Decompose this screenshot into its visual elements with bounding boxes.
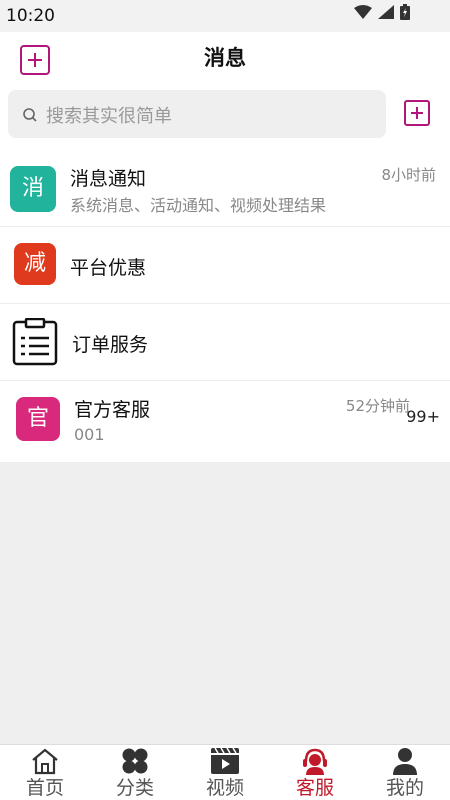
wifi-icon — [354, 5, 372, 19]
unread-count-badge: 99+ — [406, 407, 440, 426]
list-item-promotions[interactable]: 减 平台优惠 — [0, 227, 450, 304]
tab-customer-service[interactable]: 客服 — [270, 745, 360, 800]
tab-video[interactable]: 视频 — [180, 745, 270, 800]
signal-icon — [378, 5, 394, 19]
add-contact-icon[interactable] — [404, 100, 430, 126]
list-item-time: 52分钟前 — [345, 397, 410, 415]
tab-label: 我的 — [385, 777, 424, 799]
tab-label: 分类 — [115, 777, 154, 799]
list-item-subtitle: 系统消息、活动通知、视频处理结果 — [70, 196, 327, 215]
list-item-subtitle: 001 — [74, 425, 105, 444]
battery-icon — [400, 4, 410, 20]
search-icon — [23, 108, 37, 122]
search-input[interactable]: 搜索其实很简单 — [8, 90, 386, 138]
tab-label: 客服 — [295, 777, 334, 799]
clipboard-list-icon — [12, 318, 58, 366]
list-item-title: 订单服务 — [72, 334, 149, 356]
page-title: 消息 — [204, 46, 246, 70]
notification-avatar: 消 — [10, 166, 56, 212]
list-item-orders[interactable]: 订单服务 — [0, 304, 450, 381]
status-time: 10:20 — [6, 6, 55, 26]
category-icon — [122, 748, 148, 774]
list-item-title: 平台优惠 — [70, 257, 147, 279]
video-icon — [211, 747, 239, 774]
support-avatar: 官 — [16, 397, 60, 441]
status-bar: 10:20 — [0, 0, 450, 32]
tab-label: 视频 — [205, 777, 244, 799]
list-item-official-support[interactable]: 官 官方客服 001 52分钟前 99+ — [0, 381, 450, 459]
status-icons — [354, 4, 410, 20]
tab-profile[interactable]: 我的 — [360, 745, 450, 800]
empty-area — [0, 462, 450, 744]
profile-icon — [393, 748, 417, 775]
tab-category[interactable]: 分类 — [90, 745, 180, 800]
list-item-time: 8小时前 — [381, 166, 436, 184]
home-icon — [32, 748, 58, 775]
list-item-title: 官方客服 — [74, 399, 151, 421]
tab-home[interactable]: 首页 — [0, 745, 90, 800]
list-item-title: 消息通知 — [70, 168, 147, 190]
search-bar: 搜索其实很简单 — [0, 84, 450, 146]
bottom-tab-bar: 首页 分类 视频 客服 我的 — [0, 744, 450, 800]
header: 消息 — [0, 32, 450, 84]
search-placeholder: 搜索其实很简单 — [46, 106, 172, 127]
promotion-avatar: 减 — [14, 243, 56, 285]
tab-label: 首页 — [25, 777, 64, 799]
list-item-notifications[interactable]: 消 消息通知 系统消息、活动通知、视频处理结果 8小时前 — [0, 150, 450, 227]
conversation-list: 消 消息通知 系统消息、活动通知、视频处理结果 8小时前 减 平台优惠 订单服务… — [0, 150, 450, 459]
customer-service-icon — [303, 748, 327, 775]
